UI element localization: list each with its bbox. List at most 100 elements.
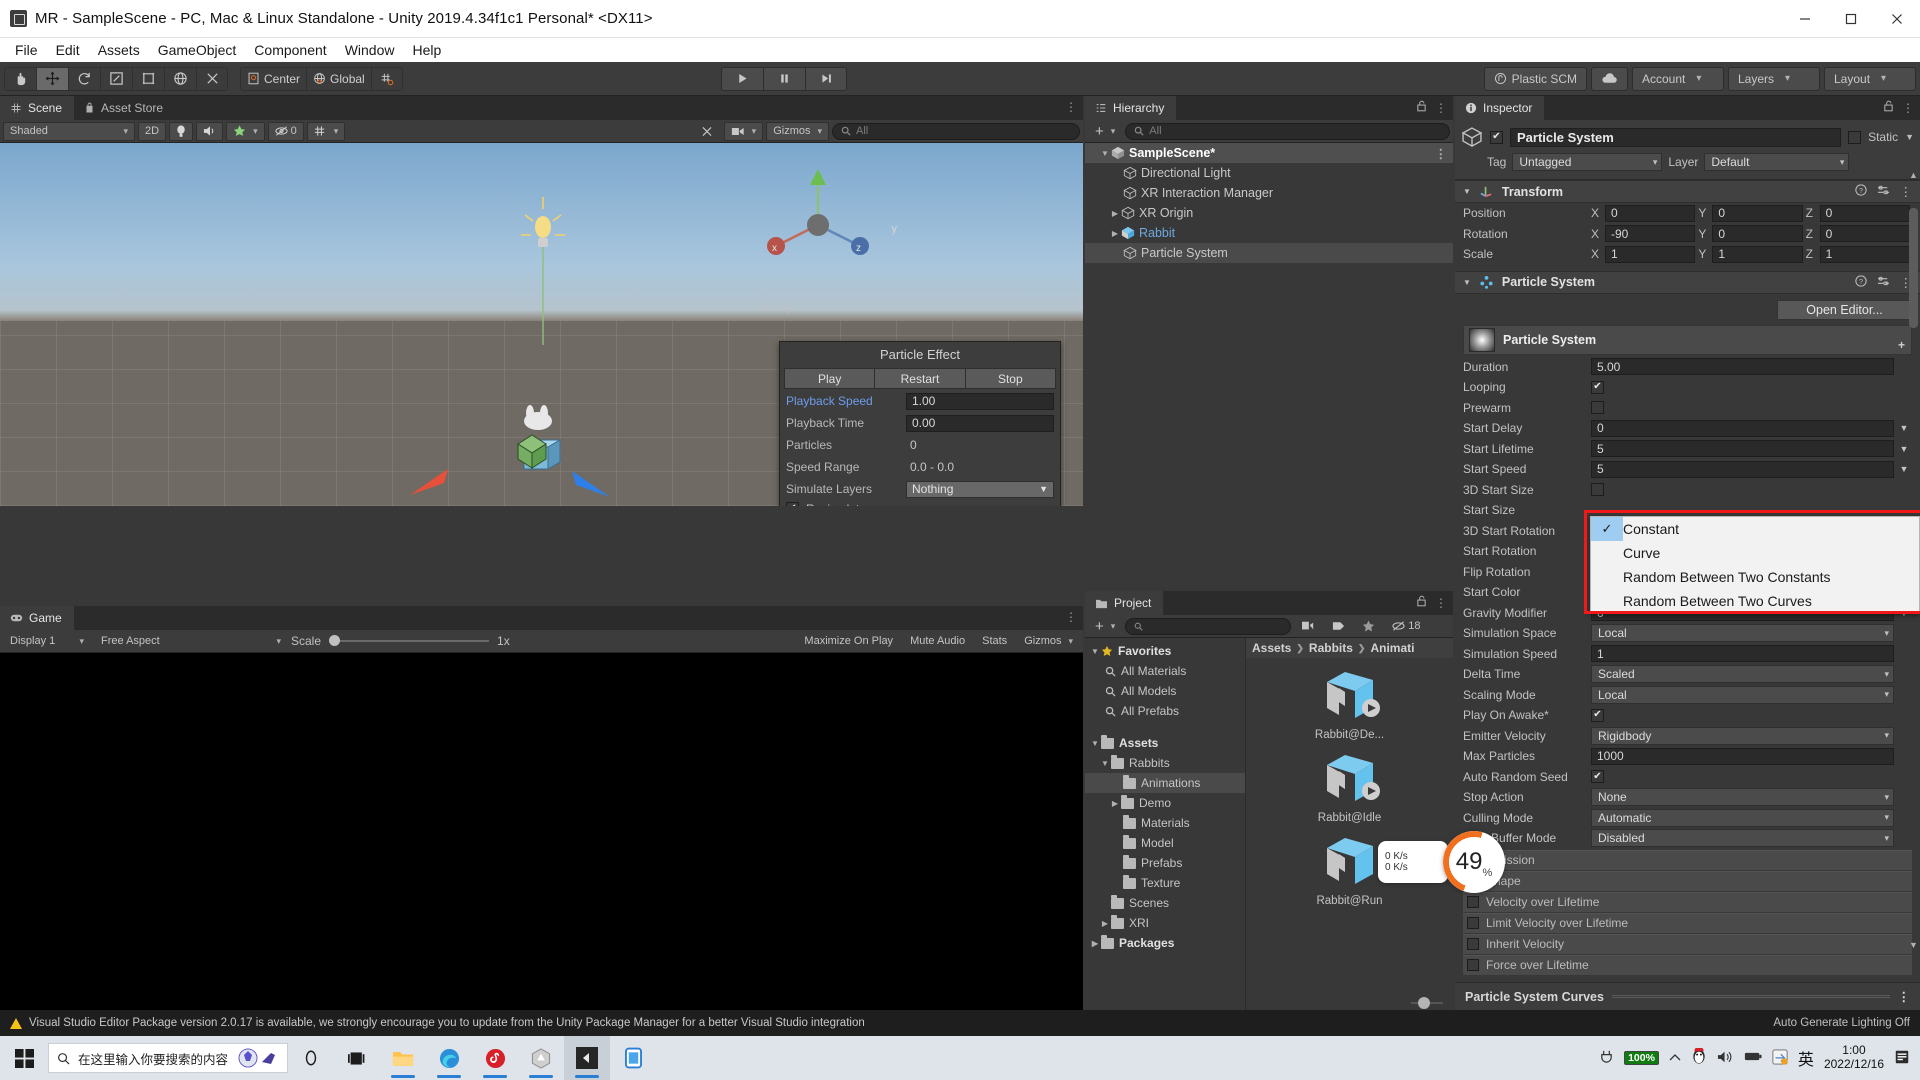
lock-icon[interactable]	[1416, 100, 1427, 115]
kebab-icon[interactable]: ⋮	[1435, 101, 1447, 115]
tab-game[interactable]: Game	[0, 606, 74, 630]
open-editor-button[interactable]: Open Editor...	[1777, 299, 1912, 320]
move-gizmo-center[interactable]	[512, 431, 552, 471]
scroll-down-icon[interactable]: ▼	[1908, 940, 1919, 950]
rect-tool-button[interactable]	[132, 66, 164, 91]
project-filter-label-icon[interactable]	[1325, 617, 1352, 636]
particle-system-curves-footer[interactable]: Particle System Curves ⋮	[1455, 982, 1920, 1010]
scene-gizmos-dropdown[interactable]: Gizmos	[766, 121, 829, 141]
start-speed-mode-popup[interactable]: ✓ Constant Curve Random Between Two Cons…	[1590, 516, 1920, 614]
game-maximize-on-play-button[interactable]: Maximize On Play	[797, 632, 900, 651]
project-row-texture[interactable]: Texture	[1085, 873, 1245, 893]
taskbar-search-input[interactable]: 在这里输入你要搜索的内容	[48, 1043, 288, 1073]
position-z-field[interactable]: 0	[1819, 204, 1910, 222]
play-button[interactable]	[721, 66, 764, 91]
project-row-favorites[interactable]: ▼ Favorites	[1085, 641, 1245, 661]
file-explorer-icon[interactable]	[380, 1036, 426, 1080]
project-row-animations[interactable]: Animations	[1085, 773, 1245, 793]
plastic-scm-button[interactable]: Plastic SCM	[1483, 66, 1587, 91]
account-button[interactable]: Account	[1632, 66, 1724, 91]
module-velocity-over-lifetime[interactable]: Velocity over Lifetime	[1463, 891, 1912, 912]
scale-z-field[interactable]: 1	[1819, 245, 1910, 263]
simulation-speed-field[interactable]: 1	[1591, 645, 1894, 663]
scene-2d-toggle[interactable]: 2D	[138, 121, 167, 141]
project-row-materials[interactable]: Materials	[1085, 813, 1245, 833]
mode-option-constant[interactable]: ✓ Constant	[1591, 517, 1919, 541]
hierarchy-row-particle-system[interactable]: Particle System	[1085, 243, 1453, 263]
breadcrumb-rabbits[interactable]: Rabbits	[1309, 641, 1353, 655]
project-row-model[interactable]: Model	[1085, 833, 1245, 853]
start-delay-field[interactable]: 0	[1591, 419, 1894, 437]
scene-grid-dropdown[interactable]	[306, 121, 346, 141]
chevron-right-icon[interactable]: ▶	[1109, 209, 1121, 218]
breadcrumb-assets[interactable]: Assets	[1252, 641, 1291, 655]
close-button[interactable]	[1874, 0, 1920, 37]
particle-resimulate-checkbox[interactable]	[786, 502, 799, 506]
menu-file[interactable]: File	[6, 40, 47, 60]
project-row-packages[interactable]: ▶ Packages	[1085, 933, 1245, 953]
particle-playback-speed-field[interactable]: 1.00	[906, 392, 1054, 410]
emitter-velocity-dropdown[interactable]: Rigidbody	[1591, 726, 1894, 745]
preset-icon[interactable]	[1877, 184, 1890, 199]
layers-button[interactable]: Layers	[1728, 66, 1820, 91]
transform-tool-button[interactable]	[164, 66, 196, 91]
unity-hub-icon[interactable]	[518, 1036, 564, 1080]
scene-tools-icon[interactable]	[693, 122, 721, 141]
task-view-icon[interactable]	[334, 1036, 380, 1080]
object-name-input[interactable]: Particle System	[1510, 127, 1842, 147]
chevron-down-icon[interactable]: ▼	[1905, 132, 1914, 142]
scene-pane-menu[interactable]: ⋮	[1065, 100, 1077, 114]
position-x-field[interactable]: 0	[1605, 204, 1696, 222]
start-lifetime-field[interactable]: 5	[1591, 440, 1894, 458]
tab-hierarchy[interactable]: Hierarchy	[1085, 96, 1177, 120]
3d-start-size-checkbox[interactable]	[1591, 483, 1604, 497]
scaling-mode-dropdown[interactable]: Local	[1591, 685, 1894, 704]
game-mute-audio-button[interactable]: Mute Audio	[903, 632, 972, 651]
taskbar-clock[interactable]: 1:00 2022/12/16	[1824, 1043, 1884, 1072]
project-row-prefabs[interactable]: Prefabs	[1085, 853, 1245, 873]
qq-icon[interactable]	[1691, 1046, 1707, 1068]
scene-shading-dropdown[interactable]: Shaded	[3, 121, 135, 141]
kebab-icon[interactable]: ⋮	[1435, 146, 1448, 161]
play-on-awake-checkbox[interactable]	[1591, 708, 1604, 722]
menu-window[interactable]: Window	[336, 40, 404, 60]
move-tool-button[interactable]	[36, 66, 68, 91]
game-gizmos-dropdown[interactable]: Gizmos	[1017, 632, 1080, 651]
module-inherit-velocity[interactable]: Inherit Velocity	[1463, 933, 1912, 954]
mode-option-random-two-curves[interactable]: Random Between Two Curves	[1591, 589, 1919, 613]
static-checkbox[interactable]	[1848, 130, 1862, 144]
tab-inspector[interactable]: Inspector	[1455, 96, 1545, 120]
scene-camera-icon[interactable]	[723, 121, 764, 141]
layer-dropdown[interactable]: Default	[1704, 153, 1850, 171]
menu-component[interactable]: Component	[245, 40, 335, 60]
scroll-up-icon[interactable]: ▲	[1908, 170, 1919, 180]
lock-icon[interactable]	[1416, 595, 1427, 610]
project-row-rabbits[interactable]: ▼ Rabbits	[1085, 753, 1245, 773]
pivot-mode-button[interactable]: Center	[240, 66, 307, 91]
project-zoom-slider[interactable]	[1411, 996, 1443, 1009]
step-button[interactable]	[805, 66, 848, 91]
force-over-lifetime-checkbox[interactable]	[1467, 959, 1479, 971]
kebab-icon[interactable]: ⋮	[1065, 610, 1077, 624]
asset-item-rabbit-demo[interactable]: Rabbit@De...	[1246, 668, 1453, 741]
duration-field[interactable]: 5.00	[1591, 358, 1894, 376]
rotation-y-field[interactable]: 0	[1712, 225, 1803, 243]
mode-option-curve[interactable]: Curve	[1591, 541, 1919, 565]
layout-button[interactable]: Layout	[1824, 66, 1916, 91]
stop-action-dropdown[interactable]: None	[1591, 788, 1894, 807]
project-zoom-knob[interactable]	[1418, 996, 1430, 1009]
ring-buffer-mode-dropdown[interactable]: Disabled	[1591, 829, 1894, 848]
project-row-assets[interactable]: ▼ Assets	[1085, 733, 1245, 753]
game-stats-button[interactable]: Stats	[975, 632, 1014, 651]
menu-assets[interactable]: Assets	[89, 40, 149, 60]
pivot-rotation-button[interactable]: Global	[306, 66, 371, 91]
kebab-icon[interactable]: ⋮	[1435, 596, 1447, 610]
ime-indicator[interactable]: 英	[1798, 1046, 1814, 1070]
rotate-tool-button[interactable]	[68, 66, 100, 91]
phone-link-icon[interactable]	[610, 1036, 656, 1080]
kebab-icon[interactable]: ⋮	[1065, 100, 1077, 114]
chevron-down-icon[interactable]: ▼	[1089, 647, 1101, 656]
chevron-right-icon[interactable]: ▶	[1099, 919, 1111, 928]
module-emission[interactable]: Emission	[1463, 849, 1912, 870]
power-icon[interactable]	[1599, 1049, 1614, 1067]
